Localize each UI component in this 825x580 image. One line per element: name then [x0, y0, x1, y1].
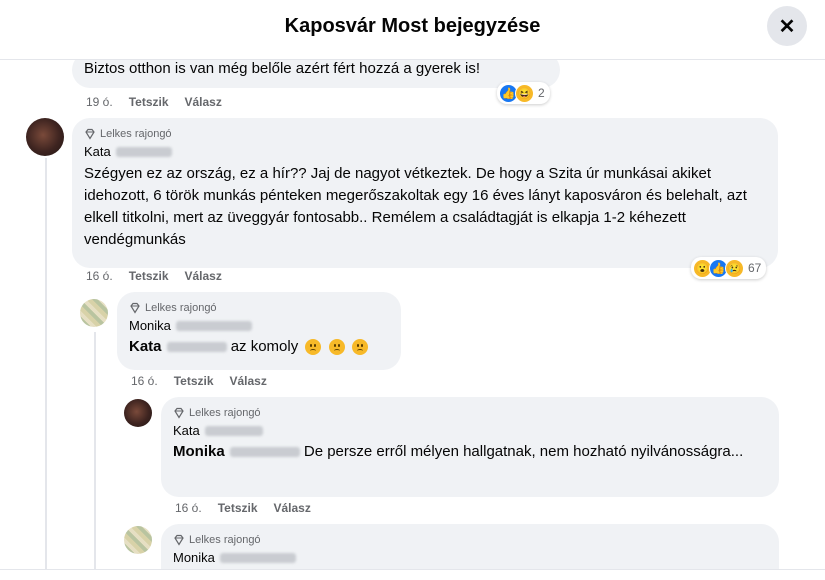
comment-text: Biztos otthon is van még belőle azért fé… — [84, 60, 481, 77]
reaction-count: 67 — [748, 261, 762, 275]
like-link[interactable]: Tetszik — [174, 374, 214, 388]
badge-label: Lelkes rajongó — [100, 128, 172, 140]
reply-link[interactable]: Válasz — [274, 501, 311, 515]
fan-badge: Lelkes rajongó — [173, 532, 767, 548]
like-link[interactable]: Tetszik — [129, 95, 169, 109]
avatar[interactable] — [26, 118, 64, 156]
comment-author[interactable]: Kata — [173, 423, 767, 438]
author-name: Kata — [173, 423, 200, 438]
redacted-surname — [219, 552, 296, 563]
bottom-bar — [0, 569, 825, 580]
redacted-surname — [175, 320, 252, 331]
comment-author[interactable]: Monika — [129, 318, 389, 333]
reply-link[interactable]: Válasz — [185, 95, 222, 109]
mention-link[interactable]: Monika — [173, 441, 300, 463]
comment-meta: 16 ó. Tetszik Válasz — [131, 374, 267, 388]
reply-bubble: Lelkes rajongó Monika — [161, 524, 779, 570]
mention-link[interactable]: Kata — [129, 336, 227, 358]
reply-link[interactable]: Válasz — [230, 374, 267, 388]
sad-emoji-icon — [305, 339, 322, 356]
reply-bubble: Lelkes rajongó Monika Kata az komoly — [117, 292, 401, 370]
thread-line — [45, 158, 47, 570]
comment-time[interactable]: 16 ó. — [86, 269, 113, 283]
reaction-count: 2 — [538, 86, 545, 100]
comment-text: Szégyen ez az ország, ez a hír?? Jaj de … — [84, 165, 747, 248]
diamond-icon — [85, 128, 95, 140]
modal-header: Kaposvár Most bejegyzése ✕ — [0, 0, 825, 60]
avatar[interactable] — [80, 299, 108, 327]
post-modal: Kaposvár Most bejegyzése ✕ Biztos otthon… — [0, 0, 825, 580]
comment-time[interactable]: 16 ó. — [131, 374, 158, 388]
diamond-icon — [174, 534, 184, 546]
haha-reaction-icon: 😆 — [515, 83, 534, 103]
reply-bubble: Lelkes rajongó Kata Monika De persze err… — [161, 397, 779, 497]
diamond-icon — [174, 407, 184, 419]
close-icon: ✕ — [778, 15, 796, 38]
author-name: Monika — [129, 318, 171, 333]
like-link[interactable]: Tetszik — [129, 269, 169, 283]
comment-text: Monika De persze erről mélyen hallgatnak… — [173, 441, 767, 463]
comment-time[interactable]: 19 ó. — [86, 95, 113, 109]
reply-text: az komoly — [230, 338, 299, 355]
diamond-icon — [130, 302, 140, 314]
fan-badge: Lelkes rajongó — [173, 405, 767, 421]
badge-label: Lelkes rajongó — [145, 302, 217, 314]
badge-label: Lelkes rajongó — [189, 534, 261, 546]
redacted-surname — [115, 146, 172, 157]
redacted-surname — [204, 425, 263, 436]
sad-reaction-icon: 😢 — [725, 258, 744, 278]
reply-text: De persze erről mélyen hallgatnak, nem h… — [303, 443, 744, 460]
comment-bubble: Biztos otthon is van még belőle azért fé… — [72, 60, 560, 88]
reaction-summary[interactable]: 👍 😆 2 — [497, 82, 550, 104]
comment-meta: 16 ó. Tetszik Válasz — [175, 501, 311, 515]
close-button[interactable]: ✕ — [767, 6, 807, 46]
fan-badge: Lelkes rajongó — [84, 126, 766, 142]
comment-time[interactable]: 16 ó. — [175, 501, 202, 515]
sad-emoji-icon — [351, 339, 368, 356]
author-name: Monika — [173, 550, 215, 565]
comment-text: Kata az komoly — [129, 336, 389, 358]
fan-badge: Lelkes rajongó — [129, 300, 389, 316]
reply-link[interactable]: Válasz — [185, 269, 222, 283]
avatar[interactable] — [124, 526, 152, 554]
comment-meta: 19 ó. Tetszik Válasz — [86, 95, 222, 109]
comments-list[interactable]: Biztos otthon is van még belőle azért fé… — [0, 60, 825, 570]
comment-author[interactable]: Kata — [84, 144, 766, 159]
comment-bubble: Lelkes rajongó Kata Szégyen ez az ország… — [72, 118, 778, 268]
thread-line — [94, 332, 96, 570]
avatar[interactable] — [124, 399, 152, 427]
sad-emoji-icon — [328, 339, 345, 356]
comment-author[interactable]: Monika — [173, 550, 767, 565]
modal-title: Kaposvár Most bejegyzése — [284, 15, 541, 37]
reaction-summary[interactable]: 😮 👍 😢 67 — [691, 257, 767, 279]
badge-label: Lelkes rajongó — [189, 407, 261, 419]
like-link[interactable]: Tetszik — [218, 501, 258, 515]
comment-meta: 16 ó. Tetszik Válasz — [86, 269, 222, 283]
author-name: Kata — [84, 144, 111, 159]
